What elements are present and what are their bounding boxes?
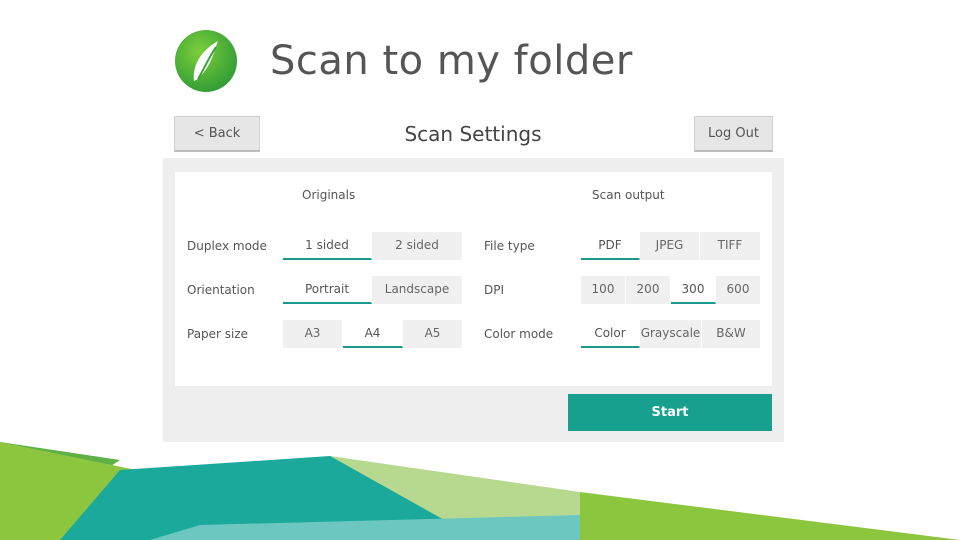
color-mode-bw-option[interactable]: B&W — [702, 320, 760, 348]
paper-a4-option[interactable]: A4 — [343, 320, 403, 348]
originals-heading: Originals — [302, 188, 356, 202]
paper-a5-option[interactable]: A5 — [403, 320, 462, 348]
paper-size-selector: A3 A4 A5 — [283, 320, 462, 348]
dpi-label: DPI — [484, 283, 505, 297]
back-button[interactable]: < Back — [174, 116, 260, 152]
dpi-600-option[interactable]: 600 — [716, 276, 760, 304]
file-jpeg-option[interactable]: JPEG — [640, 232, 700, 260]
page-title: Scan Settings — [404, 122, 542, 146]
color-mode-label: Color mode — [484, 327, 554, 341]
color-mode-grayscale-option[interactable]: Grayscale — [640, 320, 702, 348]
scan-output-heading: Scan output — [592, 188, 665, 202]
file-tiff-option[interactable]: TIFF — [700, 232, 760, 260]
orientation-label: Orientation — [187, 283, 255, 297]
orientation-selector: Portrait Landscape — [283, 276, 462, 304]
dpi-200-option[interactable]: 200 — [626, 276, 671, 304]
decorative-bands — [0, 442, 960, 540]
dpi-300-option[interactable]: 300 — [671, 276, 716, 304]
logout-button[interactable]: Log Out — [694, 116, 773, 152]
duplex-1-sided-option[interactable]: 1 sided — [283, 232, 372, 260]
dpi-100-option[interactable]: 100 — [581, 276, 626, 304]
file-type-label: File type — [484, 239, 535, 253]
slide-title: Scan to my folder — [270, 38, 633, 84]
duplex-mode-selector: 1 sided 2 sided — [283, 232, 462, 260]
color-mode-selector: Color Grayscale B&W — [581, 320, 760, 348]
dpi-selector: 100 200 300 600 — [581, 276, 760, 304]
orientation-portrait-option[interactable]: Portrait — [283, 276, 372, 304]
paper-size-label: Paper size — [187, 327, 249, 341]
color-mode-color-option[interactable]: Color — [581, 320, 640, 348]
file-type-selector: PDF JPEG TIFF — [581, 232, 760, 260]
duplex-mode-label: Duplex mode — [187, 239, 267, 253]
file-pdf-option[interactable]: PDF — [581, 232, 640, 260]
orientation-landscape-option[interactable]: Landscape — [372, 276, 462, 304]
start-button[interactable]: Start — [568, 394, 772, 431]
paper-a3-option[interactable]: A3 — [283, 320, 343, 348]
leaf-logo-icon — [175, 30, 237, 92]
duplex-2-sided-option[interactable]: 2 sided — [372, 232, 462, 260]
